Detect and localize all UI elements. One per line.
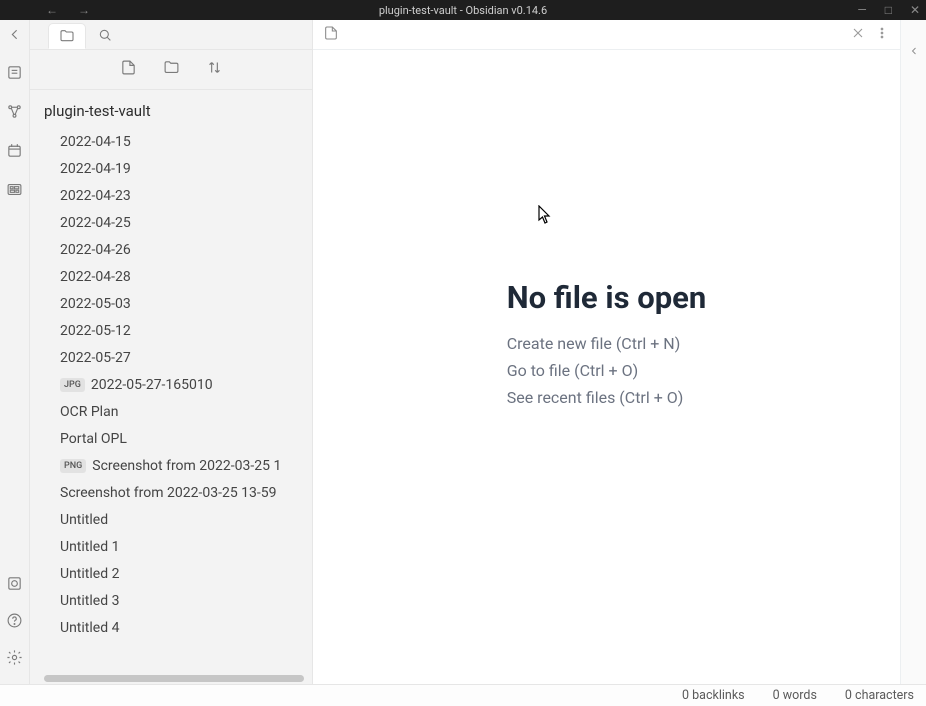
file-name: 2022-05-27 <box>60 350 131 366</box>
file-name: OCR Plan <box>60 404 118 420</box>
vault-icon[interactable] <box>6 575 23 596</box>
tab-file-explorer[interactable] <box>48 23 86 49</box>
command-palette-icon[interactable] <box>6 181 23 202</box>
file-item[interactable]: Untitled 4 <box>44 614 312 641</box>
help-icon[interactable] <box>6 612 23 633</box>
file-type-badge: JPG <box>60 378 85 392</box>
file-item[interactable]: OCR Plan <box>44 398 312 425</box>
file-name: Untitled 3 <box>60 593 119 609</box>
file-item[interactable]: 2022-04-23 <box>44 182 312 209</box>
see-recent-files-action[interactable]: See recent files (Ctrl + O) <box>507 388 707 407</box>
file-item[interactable]: Untitled <box>44 506 312 533</box>
file-item[interactable]: 2022-04-26 <box>44 236 312 263</box>
view-header <box>313 20 900 50</box>
file-name: 2022-04-28 <box>60 269 131 285</box>
file-item[interactable]: JPG 2022-05-27-165010 <box>44 371 312 398</box>
note-icon[interactable] <box>323 25 339 45</box>
tab-search[interactable] <box>86 22 124 48</box>
file-name: 2022-05-03 <box>60 296 131 312</box>
settings-icon[interactable] <box>6 649 23 670</box>
file-item[interactable]: Untitled 3 <box>44 587 312 614</box>
status-bar: 0 backlinks 0 words 0 characters <box>0 684 926 706</box>
file-name: Untitled <box>60 512 108 528</box>
pane-more-icon[interactable] <box>874 25 890 45</box>
file-item[interactable]: Untitled 2 <box>44 560 312 587</box>
nav-forward-icon[interactable]: → <box>78 3 90 17</box>
file-item[interactable]: Untitled 1 <box>44 533 312 560</box>
file-name: 2022-05-27-165010 <box>91 377 213 393</box>
file-item[interactable]: Portal OPL <box>44 425 312 452</box>
file-explorer-sidebar: plugin-test-vault 2022-04-15 2022-04-19 20… <box>30 20 313 684</box>
window-title: plugin-test-vault - Obsidian v0.14.6 <box>0 4 926 17</box>
left-ribbon <box>0 20 30 684</box>
editor-pane: No file is open Create new file (Ctrl + … <box>313 20 900 684</box>
status-characters: 0 characters <box>845 688 914 703</box>
file-name: 2022-05-12 <box>60 323 131 339</box>
file-item[interactable]: 2022-04-28 <box>44 263 312 290</box>
create-new-file-action[interactable]: Create new file (Ctrl + N) <box>507 334 707 353</box>
file-name: Untitled 2 <box>60 566 119 582</box>
file-name: 2022-04-25 <box>60 215 131 231</box>
file-name: 2022-04-15 <box>60 134 131 150</box>
status-words: 0 words <box>773 688 817 703</box>
file-item[interactable]: 2022-05-12 <box>44 317 312 344</box>
horizontal-scrollbar[interactable] <box>30 674 312 684</box>
right-ribbon <box>900 20 926 684</box>
file-item[interactable]: PNG Screenshot from 2022-03-25 1 <box>44 452 312 479</box>
file-item[interactable]: 2022-04-25 <box>44 209 312 236</box>
collapse-left-sidebar-icon[interactable] <box>6 26 23 46</box>
window-close-icon[interactable]: ✕ <box>910 3 920 17</box>
explorer-actions <box>30 50 312 90</box>
vault-folder[interactable]: plugin-test-vault <box>44 98 312 128</box>
file-type-badge: PNG <box>60 459 86 473</box>
sidebar-tabs <box>30 20 312 50</box>
close-pane-icon[interactable] <box>850 25 866 45</box>
quick-switcher-icon[interactable] <box>6 64 23 85</box>
file-name: Screenshot from 2022-03-25 13-59 <box>60 485 277 501</box>
file-item[interactable]: 2022-04-19 <box>44 155 312 182</box>
empty-state: No file is open Create new file (Ctrl + … <box>313 50 900 684</box>
cursor-icon <box>538 205 552 225</box>
new-folder-icon[interactable] <box>163 59 180 80</box>
file-item[interactable]: 2022-04-15 <box>44 128 312 155</box>
window-maximize-icon[interactable]: □ <box>885 3 892 17</box>
new-note-icon[interactable] <box>120 59 137 80</box>
graph-view-icon[interactable] <box>6 103 23 124</box>
sort-icon[interactable] <box>206 59 223 80</box>
file-name: Portal OPL <box>60 431 127 447</box>
go-to-file-action[interactable]: Go to file (Ctrl + O) <box>507 361 707 380</box>
window-titlebar: ← → plugin-test-vault - Obsidian v0.14.6… <box>0 0 926 20</box>
daily-note-icon[interactable] <box>6 142 23 163</box>
file-name: 2022-04-23 <box>60 188 131 204</box>
status-backlinks[interactable]: 0 backlinks <box>682 688 745 703</box>
window-minimize-icon[interactable]: — <box>857 3 866 17</box>
empty-heading: No file is open <box>507 279 707 316</box>
file-item[interactable]: 2022-05-03 <box>44 290 312 317</box>
file-tree[interactable]: plugin-test-vault 2022-04-15 2022-04-19 20… <box>30 90 312 674</box>
expand-right-sidebar-icon[interactable] <box>908 42 920 61</box>
nav-back-icon[interactable]: ← <box>46 3 58 17</box>
file-item[interactable]: Screenshot from 2022-03-25 13-59 <box>44 479 312 506</box>
file-name: 2022-04-19 <box>60 161 131 177</box>
file-item[interactable]: 2022-05-27 <box>44 344 312 371</box>
file-name: 2022-04-26 <box>60 242 131 258</box>
file-name: Screenshot from 2022-03-25 1 <box>92 458 281 474</box>
file-name: Untitled 4 <box>60 620 119 636</box>
file-name: Untitled 1 <box>60 539 119 555</box>
